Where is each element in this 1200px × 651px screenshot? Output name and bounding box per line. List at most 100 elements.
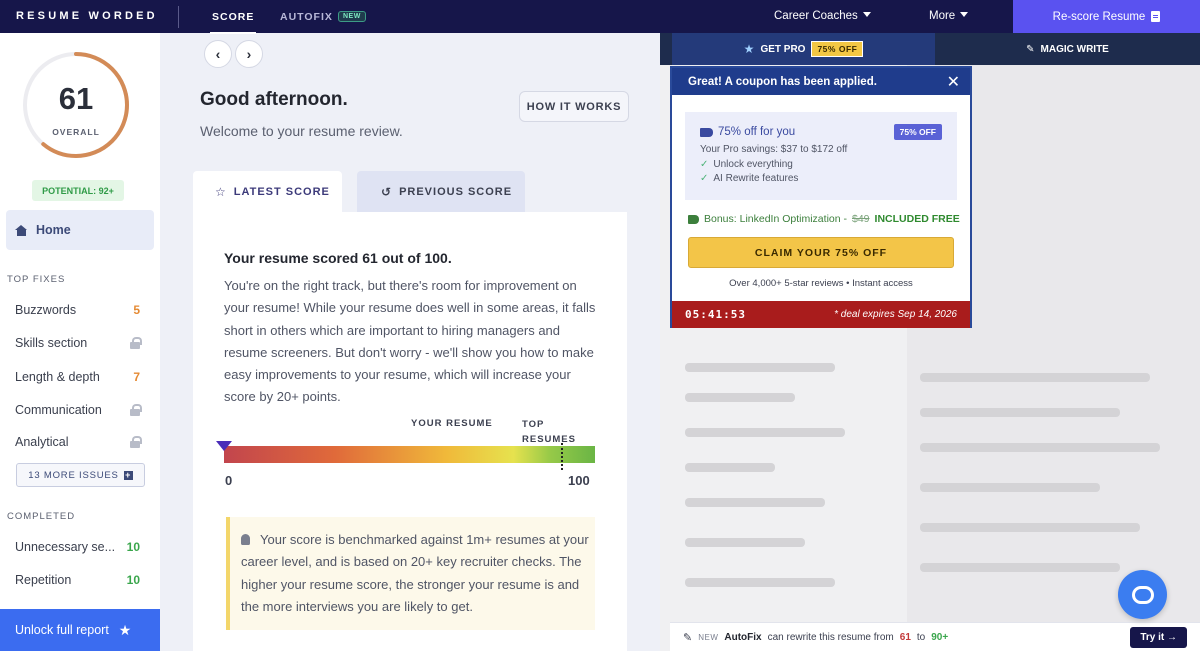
scale-min: 0: [225, 473, 233, 488]
coupon-popup: Great! A coupon has been applied. ✕ 75% …: [670, 66, 972, 328]
plus-icon: +: [123, 469, 133, 480]
tag-icon: [688, 214, 699, 224]
score-marker-icon: [216, 441, 232, 451]
bonus-old-price: $49: [852, 213, 870, 225]
chat-button[interactable]: [1118, 570, 1167, 619]
blurred-text: [685, 428, 845, 437]
check-icon: ✓: [700, 159, 709, 170]
overall-label: OVERALL: [52, 127, 100, 137]
home-icon: [15, 224, 28, 236]
unlock-label: Unlock full report: [15, 623, 109, 637]
fix-label: Buzzwords: [15, 303, 77, 317]
feature-item: ✓ AI Rewrite features: [700, 173, 798, 184]
rescore-button[interactable]: Re-score Resume: [1013, 0, 1200, 33]
tab-label: PREVIOUS SCORE: [399, 186, 513, 198]
sidebar-item-communication[interactable]: Communication: [15, 403, 142, 417]
previous-button[interactable]: ‹: [204, 40, 232, 68]
document-icon: [1151, 11, 1161, 22]
check-icon: ✓: [700, 173, 709, 184]
new-label: NEW: [698, 632, 719, 642]
more-dropdown[interactable]: More: [929, 10, 969, 22]
offer-badge: 75% OFF: [893, 124, 942, 140]
fix-label: Communication: [15, 403, 102, 417]
feature-item: ✓ Unlock everything: [700, 159, 793, 170]
lightbulb-icon: [241, 534, 250, 545]
completed-label: Repetition: [15, 573, 72, 587]
potential-badge: POTENTIAL: 92+: [32, 180, 124, 201]
blurred-text: [920, 483, 1100, 492]
more-label: More: [929, 10, 956, 22]
sidebar-item-analytical[interactable]: Analytical: [15, 435, 142, 449]
tab-previous-score[interactable]: ↺ PREVIOUS SCORE: [357, 171, 525, 213]
completed-score: 10: [126, 573, 140, 587]
sidebar-item-home[interactable]: Home: [6, 210, 154, 250]
tag-icon: [700, 127, 713, 137]
sidebar-item-repetition[interactable]: Repetition 10: [15, 573, 140, 587]
magic-write-button[interactable]: ✎ MAGIC WRITE: [935, 33, 1200, 65]
autofix-name: AutoFix: [724, 631, 762, 643]
top-fixes-heading: TOP FIXES: [7, 274, 66, 285]
result-body: You're on the right track, but there's r…: [224, 278, 596, 405]
completed-score: 10: [126, 540, 140, 554]
star-outline-icon: ☆: [215, 185, 227, 199]
get-pro-button[interactable]: ★ GET PRO 75% OFF: [672, 33, 935, 65]
blurred-text: [685, 393, 795, 402]
history-icon: ↺: [381, 185, 393, 199]
tab-latest-score[interactable]: ☆ LATEST SCORE: [193, 171, 342, 213]
tip-content: Your score is benchmarked against 1m+ re…: [241, 529, 591, 618]
countdown-timer: 05:41:53: [685, 308, 746, 321]
savings-text: Your Pro savings: $37 to $172 off: [700, 144, 848, 155]
try-it-button[interactable]: Try it →: [1130, 627, 1187, 648]
top-resumes-marker: [561, 443, 563, 470]
close-icon[interactable]: ✕: [947, 72, 960, 92]
next-button[interactable]: ›: [235, 40, 263, 68]
new-badge: NEW: [338, 11, 366, 22]
blurred-text: [685, 498, 825, 507]
scale-max: 100: [568, 473, 590, 488]
top-resumes-label: TOP RESUMES: [522, 419, 576, 445]
greeting: Good afternoon.: [200, 89, 348, 110]
bonus-line: Bonus: LinkedIn Optimization - $49 INCLU…: [688, 213, 960, 225]
magic-wand-icon: ✎: [683, 631, 693, 644]
fix-count: 7: [133, 370, 140, 384]
claim-offer-button[interactable]: CLAIM YOUR 75% OFF: [688, 237, 954, 268]
blurred-text: [920, 523, 1140, 532]
sidebar-item-skills-section[interactable]: Skills section: [15, 336, 142, 350]
tab-score[interactable]: SCORE: [209, 11, 257, 34]
sidebar-item-unnecessary-sections[interactable]: Unnecessary se... 10: [15, 540, 140, 554]
lock-icon: [130, 337, 142, 349]
blurred-text: [685, 363, 835, 372]
nav-divider: [178, 6, 179, 28]
blurred-text: [920, 373, 1150, 382]
tab-label: LATEST SCORE: [233, 186, 330, 198]
logo[interactable]: RESUME WORDED: [16, 10, 158, 22]
autofix-from-score: 61: [899, 631, 911, 643]
star-icon: ★: [743, 42, 755, 56]
sidebar: 61 OVERALL POTENTIAL: 92+ Home TOP FIXES…: [0, 33, 160, 651]
tab-autofix[interactable]: AUTOFIX: [280, 11, 333, 23]
chevron-right-icon: ›: [246, 46, 252, 62]
blurred-text: [685, 578, 835, 587]
offer-title-text: 75% off for you: [718, 126, 796, 138]
welcome-text: Welcome to your resume review.: [200, 123, 403, 139]
sidebar-item-buzzwords[interactable]: Buzzwords 5: [15, 303, 140, 317]
feature-label: AI Rewrite features: [713, 173, 799, 184]
sidebar-item-length-depth[interactable]: Length & depth 7: [15, 370, 140, 384]
career-coaches-label: Career Coaches: [774, 10, 858, 22]
career-coaches-dropdown[interactable]: Career Coaches: [774, 10, 871, 22]
chevron-down-icon: [862, 12, 871, 17]
unlock-full-report-button[interactable]: Unlock full report ★: [0, 609, 160, 651]
blurred-text: [920, 408, 1120, 417]
autofix-to-score: 90+: [931, 631, 949, 643]
more-issues-button[interactable]: 13 MORE ISSUES +: [16, 463, 145, 487]
pager: ‹ ›: [204, 40, 264, 68]
completed-label: Unnecessary se...: [15, 540, 116, 554]
autofix-text: can rewrite this resume from: [767, 631, 894, 643]
bonus-free: INCLUDED FREE: [874, 213, 960, 225]
bonus-text: Bonus: LinkedIn Optimization -: [704, 213, 847, 225]
chevron-left-icon: ‹: [215, 46, 221, 62]
offer-title: 75% off for you: [700, 126, 795, 138]
autofix-bar: ✎ NEW AutoFix can rewrite this resume fr…: [670, 622, 1200, 651]
chat-bubble-icon: [1131, 585, 1154, 604]
how-it-works-button[interactable]: HOW IT WORKS: [519, 91, 629, 122]
